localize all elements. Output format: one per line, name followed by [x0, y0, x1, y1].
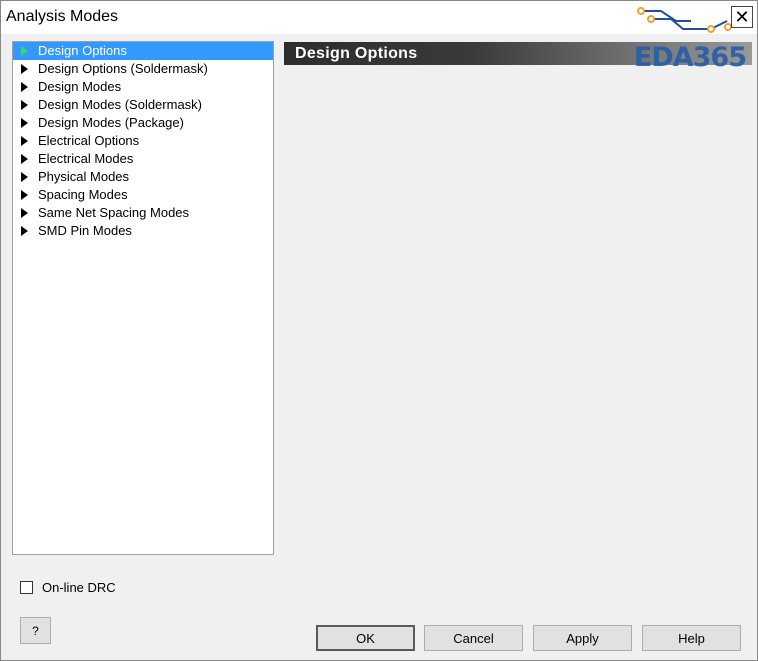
watermark-logo: EDA365 [633, 42, 747, 73]
expand-arrow-icon[interactable] [21, 208, 28, 218]
window-title: Analysis Modes [6, 8, 119, 25]
close-icon: ✕ [734, 7, 750, 27]
online-drc-checkbox[interactable] [20, 581, 33, 594]
tree-item-label: Electrical Modes [38, 151, 134, 166]
help-button[interactable]: Help [642, 625, 741, 651]
tree-item-smd-pin-modes[interactable]: SMD Pin Modes [13, 222, 273, 240]
tree-item-label: SMD Pin Modes [38, 223, 132, 238]
tree-item-spacing-modes[interactable]: Spacing Modes [13, 186, 273, 204]
tree-item-label: Spacing Modes [38, 187, 128, 202]
tree-item-label: Design Modes (Soldermask) [38, 97, 203, 112]
expand-arrow-icon[interactable] [21, 172, 28, 182]
tree-item-design-modes-soldermask[interactable]: Design Modes (Soldermask) [13, 96, 273, 114]
expand-arrow-icon[interactable] [21, 226, 28, 236]
tree-item-label: Design Modes [38, 79, 122, 94]
tree-item-design-modes-package[interactable]: Design Modes (Package) [13, 114, 273, 132]
tree-item-design-modes[interactable]: Design Modes [13, 78, 273, 96]
tree-item-label: Design Options (Soldermask) [38, 61, 208, 76]
tree-item-label: Same Net Spacing Modes [38, 205, 190, 220]
tree-item-electrical-modes[interactable]: Electrical Modes [13, 150, 273, 168]
close-button[interactable]: ✕ [731, 6, 753, 28]
expand-arrow-icon[interactable] [21, 46, 28, 56]
tree-item-label: Design Modes (Package) [38, 115, 184, 130]
content-title: Design Options [295, 45, 418, 62]
modes-tree[interactable]: Design Options Design Options (Soldermas… [12, 41, 274, 555]
online-drc-option[interactable]: On-line DRC [20, 580, 116, 595]
tree-item-label: Physical Modes [38, 169, 130, 184]
content-header: Design Options EDA365 [284, 42, 752, 73]
tree-item-electrical-options[interactable]: Electrical Options [13, 132, 273, 150]
expand-arrow-icon[interactable] [21, 64, 28, 74]
cancel-button[interactable]: Cancel [424, 625, 523, 651]
analysis-modes-dialog: Analysis Modes ✕ Design Options Design O… [0, 0, 758, 661]
context-help-button[interactable]: ? [20, 617, 51, 644]
tree-item-same-net-spacing-modes[interactable]: Same Net Spacing Modes [13, 204, 273, 222]
tree-item-design-options[interactable]: Design Options [13, 42, 273, 60]
apply-button[interactable]: Apply [533, 625, 632, 651]
circuit-logo-icon [637, 7, 731, 33]
expand-arrow-icon[interactable] [21, 190, 28, 200]
expand-arrow-icon[interactable] [21, 136, 28, 146]
tree-item-physical-modes[interactable]: Physical Modes [13, 168, 273, 186]
ok-button[interactable]: OK [316, 625, 415, 651]
expand-arrow-icon[interactable] [21, 100, 28, 110]
tree-item-label: Design Options [38, 43, 127, 58]
expand-arrow-icon[interactable] [21, 82, 28, 92]
expand-arrow-icon[interactable] [21, 118, 28, 128]
expand-arrow-icon[interactable] [21, 154, 28, 164]
tree-item-design-options-soldermask[interactable]: Design Options (Soldermask) [13, 60, 273, 78]
tree-item-label: Electrical Options [38, 133, 140, 148]
online-drc-label: On-line DRC [42, 580, 116, 595]
title-bar: Analysis Modes ✕ [1, 1, 757, 34]
